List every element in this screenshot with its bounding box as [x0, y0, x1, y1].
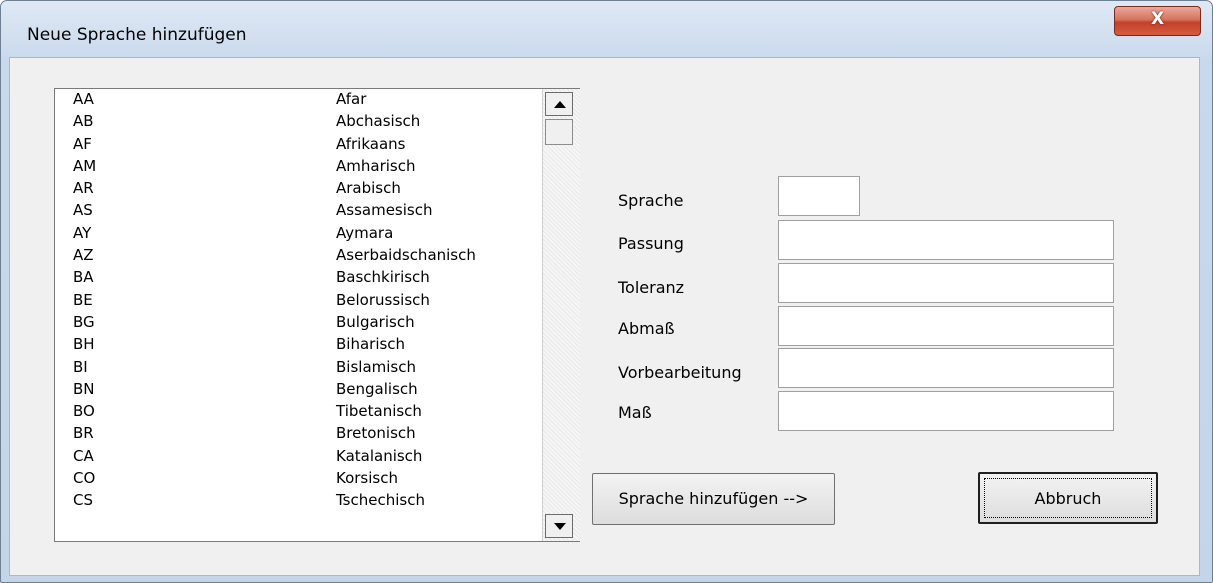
- language-name: Belorussisch: [336, 290, 430, 309]
- language-name: Tibetanisch: [336, 402, 422, 421]
- language-code: AS: [73, 201, 93, 220]
- close-button[interactable]: X: [1114, 6, 1201, 36]
- language-code: BN: [73, 379, 95, 398]
- sprache-input[interactable]: [778, 176, 860, 216]
- list-item[interactable]: BR Bretonisch: [55, 424, 542, 448]
- language-name: Bislamisch: [336, 357, 416, 376]
- cancel-button-label: Abbruch: [1034, 489, 1102, 508]
- language-code: BE: [73, 290, 93, 309]
- vorbearbeitung-input[interactable]: [778, 348, 1114, 388]
- language-name: Assamesisch: [336, 201, 433, 220]
- abmass-label: Abmaß: [618, 319, 675, 338]
- list-item[interactable]: BH Biharisch: [55, 335, 542, 359]
- language-code: CO: [73, 469, 96, 488]
- language-code: AR: [73, 179, 94, 198]
- abmass-input[interactable]: [778, 306, 1114, 346]
- list-item[interactable]: AF Afrikaans: [55, 135, 542, 159]
- scroll-down-button[interactable]: [545, 514, 573, 538]
- language-name: Aymara: [336, 223, 394, 242]
- language-list: AA Afar AB Abchasisch AF Afrikaans AM Amharisch…: [55, 92, 542, 540]
- language-code: BG: [73, 312, 95, 331]
- list-item[interactable]: BN Bengalisch: [55, 380, 542, 404]
- language-code: AM: [73, 156, 97, 175]
- vorbearbeitung-label: Vorbearbeitung: [618, 363, 742, 382]
- language-code: CS: [73, 491, 93, 510]
- scroll-up-button[interactable]: [545, 92, 573, 116]
- list-item[interactable]: CO Korsisch: [55, 469, 542, 493]
- list-item[interactable]: AM Amharisch: [55, 157, 542, 181]
- language-name: Afrikaans: [336, 134, 406, 153]
- list-item[interactable]: AS Assamesisch: [55, 201, 542, 225]
- language-code: CA: [73, 446, 94, 465]
- mass-input[interactable]: [778, 391, 1114, 431]
- list-item[interactable]: BO Tibetanisch: [55, 402, 542, 426]
- language-code: BI: [73, 357, 88, 376]
- dialog-window: Neue Sprache hinzufügen X AA Afar AB Abchas…: [0, 0, 1213, 583]
- passung-input[interactable]: [778, 220, 1114, 260]
- passung-label: Passung: [618, 234, 684, 253]
- language-code: BA: [73, 268, 94, 287]
- cancel-button[interactable]: Abbruch: [978, 472, 1158, 524]
- sprache-label: Sprache: [618, 191, 684, 210]
- list-item[interactable]: AR Arabisch: [55, 179, 542, 203]
- language-name: Aserbaidschanisch: [336, 246, 476, 265]
- list-item[interactable]: BI Bislamisch: [55, 358, 542, 382]
- language-name: Abchasisch: [336, 112, 421, 131]
- list-item[interactable]: AA Afar: [55, 92, 542, 114]
- language-code: BH: [73, 335, 95, 354]
- language-name: Tschechisch: [336, 491, 425, 510]
- title-bar[interactable]: Neue Sprache hinzufügen X: [1, 1, 1212, 57]
- list-item[interactable]: CS Tschechisch: [55, 491, 542, 515]
- close-icon: X: [1150, 9, 1165, 29]
- list-item[interactable]: BE Belorussisch: [55, 291, 542, 315]
- language-listbox[interactable]: AA Afar AB Abchasisch AF Afrikaans AM Amharisch…: [54, 88, 580, 542]
- mass-label: Maß: [618, 403, 652, 422]
- list-scrollbar[interactable]: [542, 89, 580, 541]
- list-item[interactable]: BA Baschkirisch: [55, 268, 542, 292]
- window-title: Neue Sprache hinzufügen: [27, 25, 247, 45]
- language-code: BO: [73, 402, 95, 421]
- language-name: Amharisch: [336, 156, 416, 175]
- language-name: Arabisch: [336, 179, 401, 198]
- toleranz-input[interactable]: [778, 263, 1114, 303]
- language-name: Bengalisch: [336, 379, 418, 398]
- language-code: BR: [73, 424, 94, 443]
- language-name: Baschkirisch: [336, 268, 430, 287]
- language-name: Korsisch: [336, 469, 398, 488]
- language-name: Katalanisch: [336, 446, 423, 465]
- list-item[interactable]: BG Bulgarisch: [55, 313, 542, 337]
- language-code: AZ: [73, 246, 94, 265]
- list-item[interactable]: AB Abchasisch: [55, 112, 542, 136]
- language-name: Bulgarisch: [336, 312, 415, 331]
- language-code: AF: [73, 134, 92, 153]
- dialog-client-area: AA Afar AB Abchasisch AF Afrikaans AM Amharisch…: [9, 57, 1200, 576]
- add-language-button[interactable]: Sprache hinzufügen -->: [592, 473, 835, 525]
- language-code: AA: [73, 92, 94, 108]
- language-code: AB: [73, 112, 94, 131]
- language-name: Bretonisch: [336, 424, 416, 443]
- list-item[interactable]: AZ Aserbaidschanisch: [55, 246, 542, 270]
- language-code: AY: [73, 223, 92, 242]
- arrow-up-icon: [554, 101, 566, 108]
- language-name: Afar: [336, 92, 367, 108]
- language-name: Biharisch: [336, 335, 406, 354]
- arrow-down-icon: [554, 523, 566, 530]
- list-item[interactable]: CA Katalanisch: [55, 447, 542, 471]
- toleranz-label: Toleranz: [618, 278, 685, 297]
- scroll-thumb[interactable]: [545, 119, 573, 145]
